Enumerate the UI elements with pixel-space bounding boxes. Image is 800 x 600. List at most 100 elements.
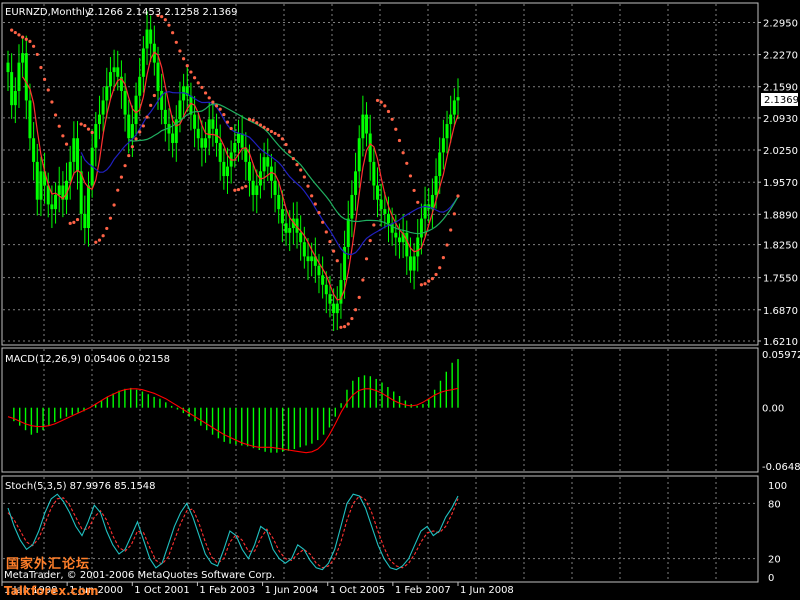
candle-body bbox=[200, 138, 204, 148]
candle-body bbox=[408, 256, 412, 271]
sar-dot bbox=[361, 278, 365, 282]
candle-body bbox=[236, 133, 240, 143]
sar-dot bbox=[28, 39, 32, 43]
candle-body bbox=[105, 86, 109, 101]
sar-dot bbox=[101, 234, 105, 238]
candle-body bbox=[434, 176, 438, 195]
x-tick-label: 1 Jun 2004 bbox=[265, 585, 319, 596]
sar-dot bbox=[255, 121, 259, 125]
candle-body bbox=[321, 275, 325, 285]
sar-dot bbox=[364, 257, 369, 261]
sar-dot bbox=[317, 210, 321, 215]
sar-dot bbox=[372, 223, 376, 227]
stoch-tick-label: 20 bbox=[768, 555, 781, 566]
candle-body bbox=[376, 185, 380, 200]
sar-dot bbox=[61, 134, 65, 138]
sar-dot bbox=[379, 100, 383, 104]
candle-body bbox=[204, 138, 208, 148]
sar-dot bbox=[57, 124, 61, 128]
sar-dot bbox=[138, 130, 142, 134]
sar-dot bbox=[346, 322, 350, 326]
candle-body bbox=[21, 53, 25, 63]
sar-dot bbox=[182, 57, 186, 61]
candle-body bbox=[83, 213, 87, 229]
sar-dot bbox=[269, 129, 274, 134]
sar-dot bbox=[456, 194, 460, 198]
price-tick-label: 2.0930 bbox=[763, 114, 798, 125]
sar-dot bbox=[171, 31, 175, 35]
sar-dot bbox=[310, 194, 314, 198]
sar-dot bbox=[46, 88, 50, 92]
candle-body bbox=[302, 242, 306, 257]
sar-dot bbox=[284, 142, 288, 147]
price-tick-label: 2.0250 bbox=[763, 146, 798, 157]
x-tick-label: 1 Feb 2007 bbox=[395, 585, 451, 596]
candle-body bbox=[277, 194, 281, 210]
sar-dot bbox=[412, 188, 416, 193]
candle-body bbox=[24, 53, 28, 101]
candle-body bbox=[86, 185, 90, 229]
sar-dot bbox=[262, 125, 266, 129]
sar-dot bbox=[225, 120, 230, 124]
stoch-label: Stoch(5,3,5) 87.9976 85.1548 bbox=[5, 481, 156, 492]
price-tick-label: 1.6870 bbox=[763, 306, 798, 317]
candle-body bbox=[284, 223, 288, 233]
candle-body bbox=[430, 194, 434, 210]
sar-dot bbox=[68, 221, 72, 225]
x-tick-label: 1 Oct 2005 bbox=[330, 585, 385, 596]
candle-body bbox=[13, 90, 17, 106]
sar-dot bbox=[94, 240, 98, 244]
candle-body bbox=[123, 90, 127, 115]
candle-body bbox=[211, 119, 215, 129]
sar-dot bbox=[203, 91, 208, 95]
candle-body bbox=[332, 303, 336, 314]
candle-body bbox=[108, 72, 112, 87]
sar-dot bbox=[134, 137, 138, 141]
sar-dot bbox=[419, 283, 424, 287]
candle-body bbox=[196, 128, 200, 139]
sar-dot bbox=[339, 325, 343, 329]
candle-body bbox=[171, 133, 175, 143]
candle-body bbox=[255, 185, 259, 195]
macd-tick-label: -0.06483 bbox=[762, 462, 800, 473]
candle-body bbox=[218, 142, 222, 162]
candle-body bbox=[438, 152, 442, 177]
sar-dot bbox=[434, 272, 438, 277]
copyright-text: MetaTrader, © 2001-2006 MetaQuotes Softw… bbox=[4, 570, 276, 581]
candle-body bbox=[112, 67, 116, 73]
current-price-label: 2.1369 bbox=[764, 95, 799, 106]
candle-body bbox=[386, 213, 390, 224]
candle-body bbox=[116, 67, 120, 77]
candle-body bbox=[273, 180, 277, 195]
price-tick-label: 1.9570 bbox=[763, 178, 798, 189]
sar-dot bbox=[39, 65, 43, 70]
symbol-label: EURNZD,Monthly bbox=[5, 7, 91, 18]
sar-dot bbox=[368, 239, 372, 243]
candle-body bbox=[419, 218, 423, 238]
sar-dot bbox=[200, 85, 204, 90]
sar-dot bbox=[244, 184, 248, 188]
sar-dot bbox=[222, 112, 226, 117]
candle-body bbox=[207, 119, 211, 139]
candle-body bbox=[76, 138, 80, 172]
sar-dot bbox=[266, 127, 270, 131]
sar-dot bbox=[189, 70, 193, 74]
candle-body bbox=[28, 100, 32, 139]
candle-body bbox=[310, 256, 314, 262]
sar-dot bbox=[105, 226, 109, 231]
price-tick-label: 1.8250 bbox=[763, 241, 798, 252]
candle-body bbox=[79, 171, 83, 214]
macd-label: MACD(12,26,9) 0.05406 0.02158 bbox=[5, 354, 170, 365]
candle-body bbox=[141, 48, 145, 77]
candle-body bbox=[251, 180, 255, 195]
price-tick-label: 2.2270 bbox=[763, 51, 798, 62]
sar-dot bbox=[185, 64, 189, 68]
candle-body bbox=[222, 161, 226, 177]
candle-body bbox=[54, 194, 58, 210]
sar-dot bbox=[145, 115, 149, 119]
candle-body bbox=[394, 232, 398, 238]
sar-dot bbox=[79, 122, 83, 126]
sar-dot bbox=[288, 150, 292, 154]
candle-body bbox=[130, 124, 134, 139]
candle-body bbox=[361, 114, 365, 139]
